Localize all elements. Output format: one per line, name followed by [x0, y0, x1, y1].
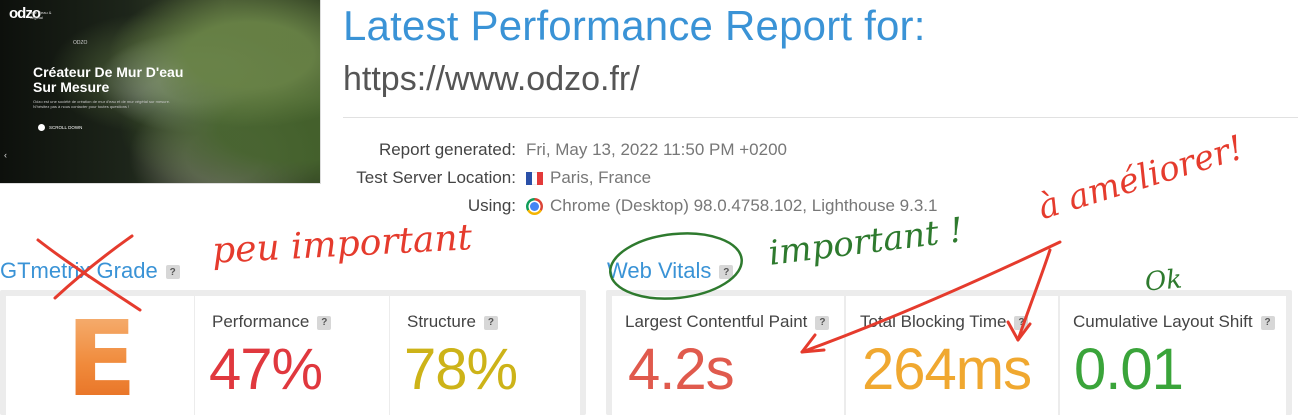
header-divider [343, 117, 1298, 118]
help-icon[interactable]: ? [1014, 315, 1029, 330]
performance-label-row: Performance? [212, 312, 332, 332]
tbt-label: Total Blocking Time [860, 312, 1007, 331]
web-vitals-panel: Largest Contentful Paint? 4.2s Total Blo… [606, 290, 1292, 415]
gtmetrix-grade-title-text: GTmetrix Grade [0, 258, 158, 283]
meta-location-label: Test Server Location: [356, 168, 516, 187]
meta-generated-label: Report generated: [378, 140, 516, 159]
meta-location-value: Paris, France [526, 168, 651, 188]
meta-location-text: Paris, France [550, 168, 652, 187]
lcp-label-row: Largest Contentful Paint? [625, 312, 830, 332]
cls-label-row: Cumulative Layout Shift? [1073, 312, 1275, 332]
grade-card: E [6, 296, 194, 415]
help-icon[interactable]: ? [719, 265, 734, 280]
thumbnail-nav: ODZO [73, 40, 88, 46]
scroll-icon [38, 124, 45, 131]
performance-card: Performance? 47% [195, 296, 389, 415]
meta-using-label: Using: [467, 196, 516, 215]
annotation-peu-important: peu important [211, 217, 474, 272]
cls-value: 0.01 [1074, 337, 1184, 402]
lcp-card: Largest Contentful Paint? 4.2s [612, 296, 844, 415]
report-title: Latest Performance Report for: [343, 2, 926, 49]
performance-label: Performance [212, 312, 310, 331]
meta-generated-value: Fri, May 13, 2022 11:50 PM +0200 [526, 140, 787, 160]
gtmetrix-grade-title: GTmetrix Grade? [0, 258, 180, 284]
meta-using-text: Chrome (Desktop) 98.0.4758.102, Lighthou… [550, 196, 938, 215]
thumbnail-heading: Créateur De Mur D'eau Sur Mesure [33, 65, 233, 95]
tbt-card: Total Blocking Time? 264ms [846, 296, 1058, 415]
performance-value: 47% [209, 337, 323, 402]
web-vitals-title-text: Web Vitals [607, 258, 712, 283]
help-icon[interactable]: ? [815, 315, 830, 330]
meta-generated-text: Fri, May 13, 2022 11:50 PM +0200 [526, 140, 787, 159]
thumbnail-heading-line2: Sur Mesure [33, 79, 110, 95]
grade-letter: E [66, 298, 138, 420]
structure-label-row: Structure? [407, 312, 498, 332]
cls-card: Cumulative Layout Shift? 0.01 [1060, 296, 1286, 415]
help-icon[interactable]: ? [483, 315, 498, 330]
annotation-ok: Ok [1143, 264, 1184, 298]
thumbnail-paragraph: Odzo est une société de création de mur … [33, 99, 171, 109]
web-vitals-title: Web Vitals? [607, 258, 734, 284]
help-icon[interactable]: ? [317, 315, 332, 330]
report-url[interactable]: https://www.odzo.fr/ [343, 60, 640, 99]
annotation-important: important ! [766, 210, 966, 274]
meta-using: Using: Chrome (Desktop) 98.0.4758.102, L… [343, 195, 1299, 217]
gtmetrix-grade-panel: E Performance? 47% Structure? 78% [0, 290, 586, 415]
help-icon[interactable]: ? [165, 265, 180, 280]
lcp-label: Largest Contentful Paint [625, 312, 808, 331]
cls-label: Cumulative Layout Shift [1073, 312, 1253, 331]
tbt-value: 264ms [862, 337, 1032, 402]
help-icon[interactable]: ? [1260, 315, 1275, 330]
meta-using-value: Chrome (Desktop) 98.0.4758.102, Lighthou… [526, 196, 937, 216]
thumbnail-logo-tagline: mur d'eau & végétal [30, 10, 52, 20]
thumbnail-cta-label: SCROLL DOWN [49, 125, 83, 130]
chrome-icon [526, 197, 543, 215]
structure-label: Structure [407, 312, 476, 331]
structure-value: 78% [404, 337, 518, 402]
thumbnail-prev-arrow-icon: ‹ [4, 150, 7, 160]
structure-card: Structure? 78% [390, 296, 580, 415]
lcp-value: 4.2s [628, 337, 735, 402]
thumbnail-scroll-cta: SCROLL DOWN [38, 124, 82, 131]
tbt-label-row: Total Blocking Time? [860, 312, 1029, 332]
site-screenshot-thumbnail: odzo mur d'eau & végétal ODZO Créateur D… [0, 0, 321, 184]
thumbnail-heading-line1: Créateur De Mur D'eau [33, 64, 184, 80]
france-flag-icon [526, 171, 544, 185]
